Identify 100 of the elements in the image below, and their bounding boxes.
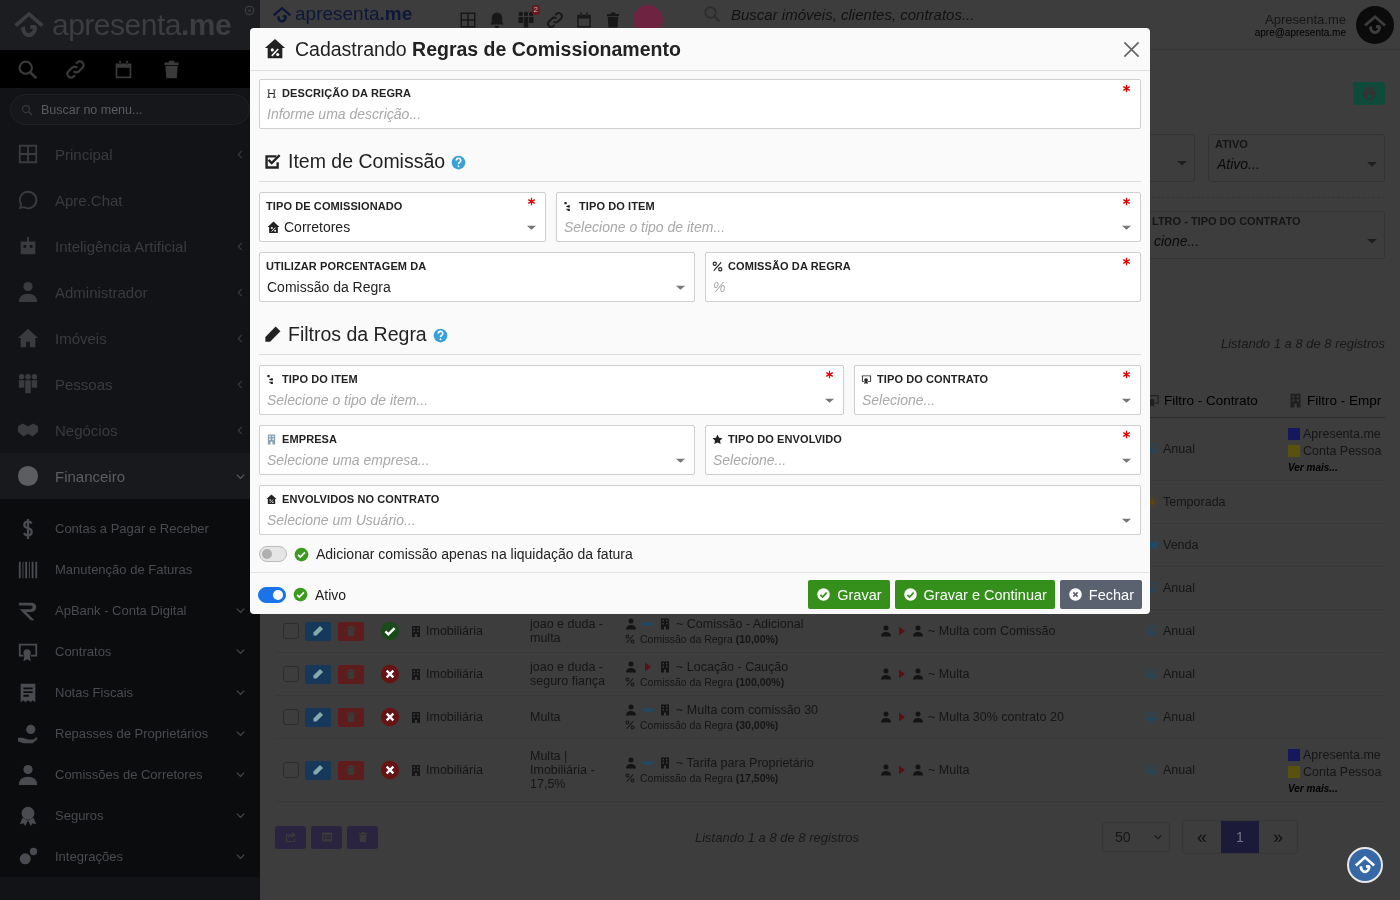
trash-icon[interactable] [604,11,622,29]
user-icon [625,661,637,673]
percent-icon [712,260,723,272]
select-field[interactable]: ENVOLVIDOS NO CONTRATO Selecione um Usuário... [259,485,1141,535]
menu-item[interactable]: Repasses de Proprietários [0,713,260,754]
select-field[interactable]: EMPRESA Selecione uma empresa... [259,425,695,475]
input-field[interactable]: Selecione... [713,450,1117,470]
check-circle-icon [293,587,308,602]
delete-button[interactable] [338,760,364,780]
select-field[interactable]: TIPO DO ITEM Selecione o tipo de item... [556,192,1141,242]
user-icon [912,711,924,723]
user-icon [912,764,924,776]
input-field[interactable]: Selecione o tipo de item... [267,390,820,410]
link-icon[interactable] [546,11,564,29]
percent-icon [625,677,635,687]
save-button[interactable]: Gravar e Continuar [894,580,1055,609]
edit-button[interactable] [305,707,331,727]
trash-icon [345,711,357,723]
menu-item[interactable]: Contratos [0,631,260,672]
building-icon [266,433,277,445]
star-icon [712,433,723,445]
user-icon [880,625,892,637]
edit-button[interactable] [305,760,331,780]
grid-icon[interactable] [459,11,477,29]
select-field[interactable]: TIPO DE COMISSIONADO Corretores [259,192,546,242]
menu-item[interactable]: Comissões de Corretores [0,754,260,795]
input-field[interactable]: % [713,277,1132,297]
percent-icon [625,720,635,730]
edit-button[interactable] [305,621,331,641]
input-field[interactable]: Selecione um Usuário... [267,510,1117,530]
menu-item[interactable]: Notas Fiscais [0,672,260,713]
page-button[interactable]: 1 [1221,821,1259,853]
building-icon [659,757,671,769]
export-button[interactable] [275,825,306,849]
user-icon [625,618,637,630]
menu-item[interactable]: Seguros [0,795,260,836]
people-icon[interactable] [517,11,535,29]
delete-button[interactable] [338,664,364,684]
next-page-button[interactable]: » [1259,821,1297,853]
column-header: Filtro - Contrato [1164,392,1258,408]
select-field[interactable]: TIPO DO ENVOLVIDO Selecione... [705,425,1141,475]
print-button[interactable] [1353,82,1385,105]
select-field[interactable]: TIPO DO ITEM Selecione o tipo de item... [259,365,844,415]
menu-item[interactable]: Contas a Pagar e Receber [0,508,260,549]
input-field[interactable]: Selecione o tipo de item... [564,217,1117,237]
input-field[interactable]: Corretores [284,217,522,237]
x-circle-icon [1067,587,1083,602]
user-icon [912,625,924,637]
input-field[interactable]: Comissão da Regra [267,277,671,297]
delete-button[interactable] [338,707,364,727]
text-field[interactable]: DESCRIÇÃO DA REGRA Informe uma descrição... [259,79,1141,129]
chevron-down-icon [1153,832,1163,842]
search-icon[interactable] [17,58,38,80]
field-label: COMISSÃO DA REGRA [728,260,851,272]
input-field[interactable]: Buscar no menu... [39,101,239,118]
input-field[interactable]: Selecione uma empresa... [267,450,671,470]
close-icon[interactable] [1122,39,1141,59]
see-more-link[interactable]: Ver mais... [1288,783,1382,794]
calendar-icon[interactable] [575,11,593,29]
field-label: ENVOLVIDOS NO CONTRATO [282,493,440,505]
trash-icon [345,668,357,680]
user-icon [625,704,637,716]
help-icon[interactable] [451,155,467,170]
field-label: TIPO DO ENVOLVIDO [728,433,842,445]
menu-item[interactable]: Manutenção de Faturas [0,549,260,590]
input-field[interactable]: Selecione... [862,390,1117,410]
building-icon [410,667,422,681]
toggle-switch[interactable] [258,586,286,603]
edit-button[interactable] [305,664,331,684]
house-percent-icon [267,220,280,234]
building-icon [410,624,422,638]
delete-button[interactable] [347,825,378,849]
pencil-icon [312,764,324,776]
delete-button[interactable] [338,621,364,641]
percent-icon [625,773,635,783]
user-icon [625,757,637,769]
check-circle-icon [294,546,309,562]
columns-button[interactable] [311,825,342,849]
field-label: EMPRESA [282,433,338,445]
switch-label: Adicionar comissão apenas na liquidação da fatura [316,546,633,562]
prev-page-button[interactable]: « [1183,821,1221,853]
menu-item[interactable]: ApBank - Conta Digital [0,590,260,631]
close-button[interactable]: Fechar [1059,580,1142,609]
pencil-icon [312,625,324,637]
see-more-link[interactable]: Ver mais... [1288,462,1382,473]
text-field[interactable]: COMISSÃO DA REGRA % [705,252,1141,302]
people-icon [17,373,39,395]
select-field[interactable]: UTILIZAR PORCENTAGEM DA Comissão da Regra [259,252,695,302]
toggle-switch[interactable] [259,546,287,562]
field-label: TIPO DO CONTRATO [877,373,989,385]
building-icon [410,763,422,777]
save-button[interactable]: Gravar [808,580,890,609]
help-icon[interactable] [432,328,448,343]
logo-button[interactable] [1347,847,1383,883]
select-field[interactable]: TIPO DO CONTRATO Selecione... [854,365,1141,415]
menu-item[interactable]: Integrações [0,836,260,877]
switch-label: Ativo [315,586,347,603]
bell-icon[interactable] [488,11,506,29]
search-field[interactable]: Buscar no menu... [10,94,250,125]
input-field[interactable]: Informe uma descrição... [267,104,1132,124]
